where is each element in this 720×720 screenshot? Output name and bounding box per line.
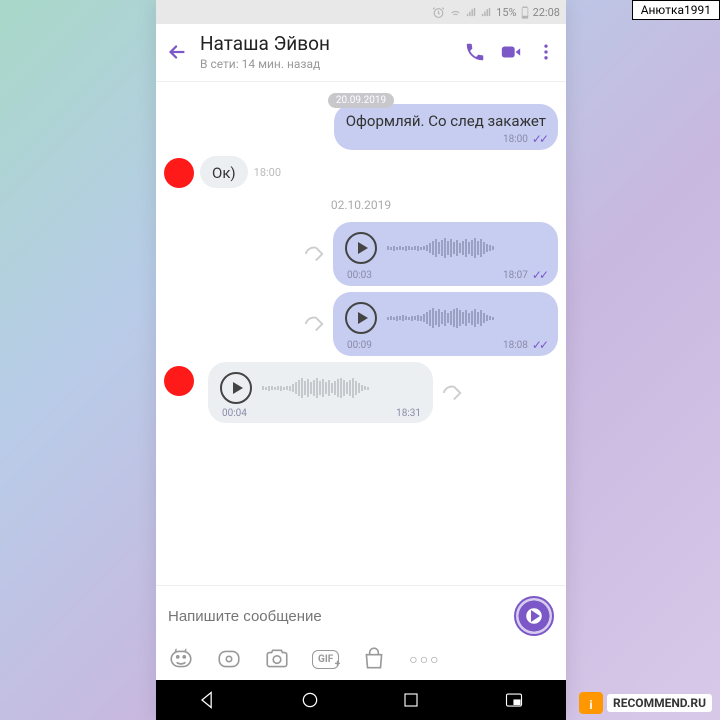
watermark-badge: i [579, 692, 603, 714]
menu-dots-icon[interactable] [536, 41, 556, 63]
message-time: 18:31 [396, 408, 421, 419]
alarm-icon [432, 6, 445, 19]
video-call-icon[interactable] [498, 41, 524, 63]
battery-pct: 15% [496, 6, 516, 19]
camera-icon[interactable] [264, 646, 290, 672]
signal-icon [466, 7, 477, 18]
nav-home-icon[interactable] [300, 690, 320, 710]
phone-frame: 15% 22:08 Наташа Эйвон В сети: 14 мин. н… [156, 0, 566, 720]
message-text: Оформляй. Со след закажет [346, 112, 546, 130]
read-ticks-icon: ✓✓ [532, 268, 546, 282]
waveform[interactable] [387, 306, 546, 330]
nav-back-icon[interactable] [197, 690, 217, 710]
voice-call-icon[interactable] [464, 41, 486, 63]
status-bar: 15% 22:08 [156, 0, 566, 24]
voice-message-in[interactable]: 00:04 18:31 [208, 362, 433, 423]
back-icon[interactable] [166, 41, 188, 63]
waveform[interactable] [262, 376, 421, 400]
nav-pip-icon[interactable] [503, 691, 525, 709]
voice-message-out[interactable]: 00:03 18:07 ✓✓ [333, 222, 558, 286]
shop-icon[interactable] [361, 646, 387, 672]
wifi-icon [449, 6, 462, 19]
forward-icon[interactable] [303, 313, 325, 335]
voice-message-out[interactable]: 00:09 18:08 ✓✓ [333, 292, 558, 356]
read-ticks-icon: ✓✓ [532, 338, 546, 352]
date-separator: 02.10.2019 [164, 198, 558, 212]
android-navbar [156, 680, 566, 720]
battery-icon [521, 6, 529, 19]
sticker-icon[interactable] [168, 646, 194, 672]
date-separator: 20.09.2019 [328, 93, 394, 108]
message-input[interactable] [168, 608, 504, 625]
voice-duration: 00:09 [347, 340, 372, 351]
avatar[interactable] [164, 158, 194, 188]
incoming-message[interactable]: Ок) [200, 156, 248, 188]
avatar[interactable] [164, 366, 194, 396]
signal2-icon [481, 7, 492, 18]
gif-icon[interactable]: GIF+ [312, 650, 339, 669]
play-button[interactable] [220, 372, 252, 404]
play-button[interactable] [345, 302, 377, 334]
forward-icon[interactable] [303, 243, 325, 265]
contact-name[interactable]: Наташа Эйвон [200, 32, 452, 55]
clock-text: 22:08 [533, 6, 560, 19]
contact-status: В сети: 14 мин. назад [200, 57, 452, 71]
chat-area[interactable]: 20.09.2019 Оформляй. Со след закажет 18:… [156, 82, 566, 585]
voice-duration: 00:03 [347, 270, 372, 281]
outgoing-message[interactable]: Оформляй. Со след закажет 18:00 ✓✓ [334, 104, 558, 150]
play-button[interactable] [345, 232, 377, 264]
voice-duration: 00:04 [222, 408, 247, 419]
gallery-icon[interactable] [216, 646, 242, 672]
message-time: 18:08 [503, 340, 528, 351]
send-button[interactable] [514, 596, 554, 636]
watermark: i RECOMMEND.RU [579, 692, 712, 714]
read-ticks-icon: ✓✓ [532, 132, 546, 146]
message-text: Ок) [212, 164, 236, 182]
waveform[interactable] [387, 236, 546, 260]
overlay-username: Анютка1991 [632, 0, 720, 20]
message-time: 18:00 [254, 166, 281, 179]
composer: GIF+ ○○○ [156, 585, 566, 680]
nav-recent-icon[interactable] [402, 691, 420, 709]
forward-icon[interactable] [441, 382, 463, 404]
chat-header: Наташа Эйвон В сети: 14 мин. назад [156, 24, 566, 82]
message-time: 18:07 [503, 270, 528, 281]
message-time: 18:00 [503, 134, 528, 145]
watermark-text: RECOMMEND.RU [607, 694, 712, 712]
more-icon[interactable]: ○○○ [409, 651, 440, 668]
